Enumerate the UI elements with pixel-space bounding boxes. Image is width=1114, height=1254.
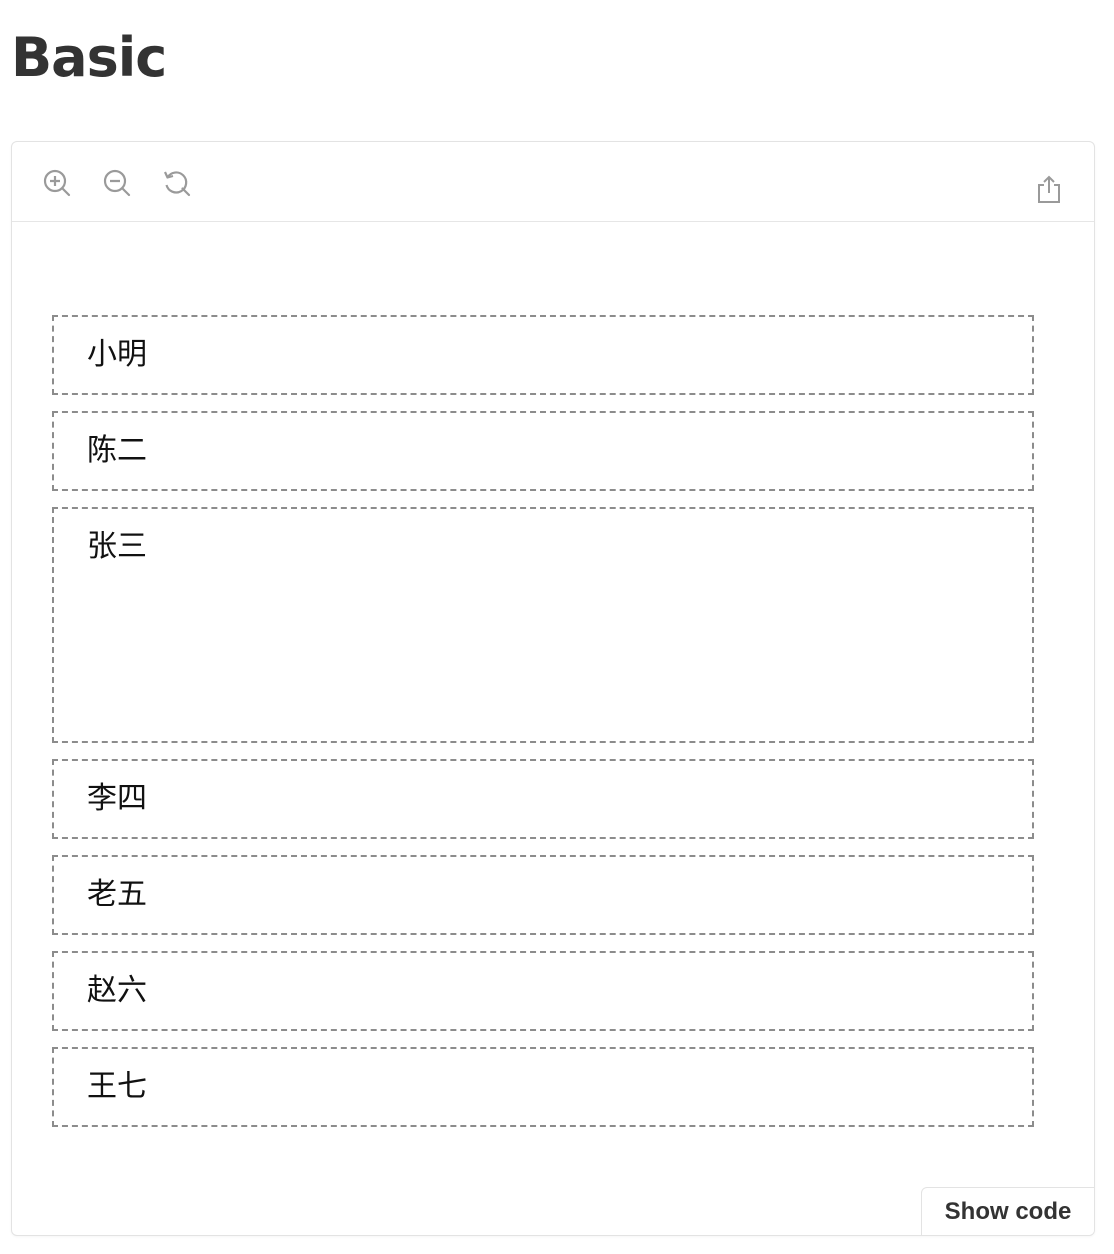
list-item[interactable]: 李四 — [52, 759, 1034, 839]
item-label: 小明 — [87, 337, 147, 372]
show-code-button[interactable]: Show code — [921, 1187, 1094, 1235]
item-label: 李四 — [87, 781, 147, 816]
zoom-out-button[interactable] — [100, 166, 134, 200]
item-label: 张三 — [87, 529, 147, 564]
item-label: 老五 — [87, 877, 147, 912]
toolbar — [12, 142, 1094, 222]
page: Basic 小明 陈二 张三 李四 老五 赵六 王七 Show code — [0, 0, 1114, 1254]
list-item[interactable]: 老五 — [52, 855, 1034, 935]
reset-icon — [163, 171, 191, 197]
zoom-in-icon — [43, 169, 71, 197]
reset-button[interactable] — [160, 166, 194, 200]
item-label: 陈二 — [87, 433, 147, 468]
export-button[interactable] — [1032, 172, 1066, 206]
demo-card: 小明 陈二 张三 李四 老五 赵六 王七 Show code — [11, 141, 1095, 1236]
list-item[interactable]: 小明 — [52, 315, 1034, 395]
list-item[interactable]: 王七 — [52, 1047, 1034, 1127]
zoom-out-icon — [103, 169, 131, 197]
list-item[interactable]: 陈二 — [52, 411, 1034, 491]
canvas-stage[interactable]: 小明 陈二 张三 李四 老五 赵六 王七 — [12, 222, 1094, 1235]
zoom-in-button[interactable] — [40, 166, 74, 200]
page-title: Basic — [11, 26, 167, 89]
export-icon — [1038, 175, 1060, 203]
item-label: 王七 — [87, 1069, 147, 1104]
list-item[interactable]: 赵六 — [52, 951, 1034, 1031]
list-item[interactable]: 张三 — [52, 507, 1034, 743]
item-label: 赵六 — [87, 973, 147, 1008]
